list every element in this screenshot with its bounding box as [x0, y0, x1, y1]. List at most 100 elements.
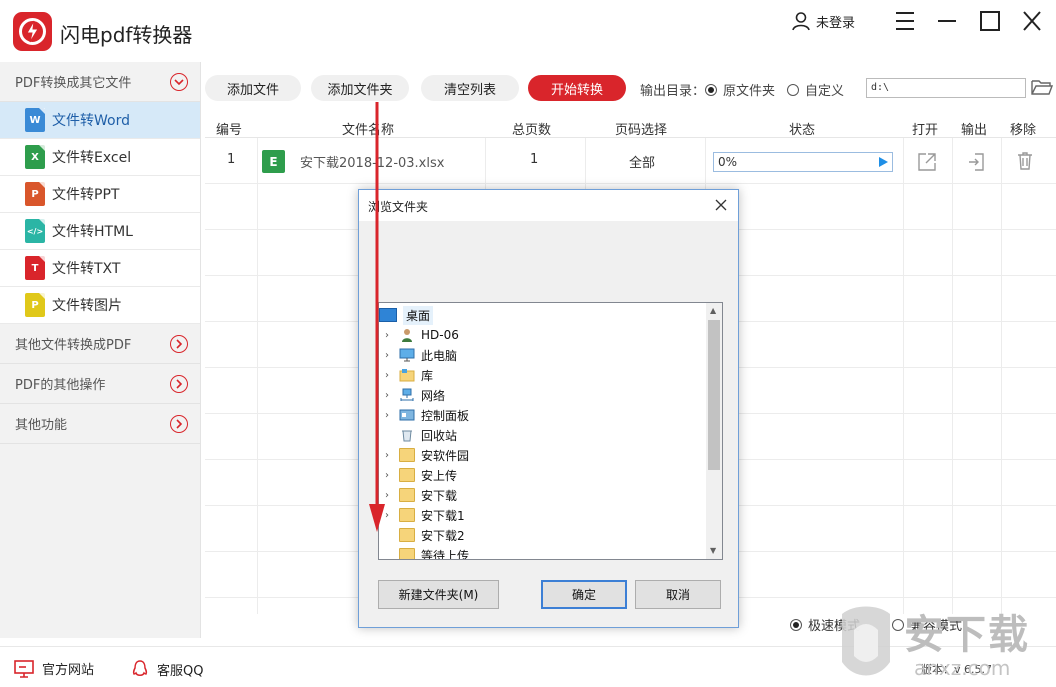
output-icon[interactable]: [967, 152, 985, 176]
add-folder-button[interactable]: 添加文件夹: [311, 75, 409, 101]
row-page-range[interactable]: 全部: [629, 152, 655, 171]
tree-item-folder[interactable]: 等待上传: [379, 545, 705, 559]
user-icon: [399, 328, 415, 342]
folder-open-icon[interactable]: [1031, 78, 1054, 100]
sidebar-section-label: 其他文件转换成PDF: [15, 338, 132, 353]
tree-item-folder[interactable]: › 安软件园: [379, 445, 705, 465]
tree-item-folder[interactable]: › 安下载: [379, 485, 705, 505]
library-icon: [399, 368, 415, 382]
sidebar-section-pdf-other-ops[interactable]: PDF的其他操作: [0, 364, 200, 404]
folder-tree[interactable]: 桌面 › HD-06 › 此电脑 › 库 › 网络 › 控制面板 回收站 › 安…: [378, 302, 723, 560]
clear-list-button[interactable]: 清空列表: [421, 75, 519, 101]
chevron-right-icon: [170, 375, 188, 393]
tree-item-label: HD-06: [421, 328, 459, 342]
tree-item-label: 安下载2: [421, 528, 465, 543]
radio-original-folder[interactable]: [705, 83, 718, 96]
folder-icon: [399, 448, 415, 462]
tree-item-label: 安上传: [421, 468, 458, 483]
dialog-close-icon[interactable]: [714, 198, 728, 216]
tree-item-folder[interactable]: › 安上传: [379, 465, 705, 485]
computer-icon: [399, 348, 415, 362]
folder-icon: [399, 468, 415, 482]
tree-item-label: 库: [421, 368, 434, 383]
sidebar-item-label: 文件转TXT: [52, 261, 121, 277]
tree-scrollbar[interactable]: ▲ ▼: [706, 303, 722, 559]
header-output: 输出: [961, 123, 988, 138]
scroll-down-icon[interactable]: ▼: [710, 546, 716, 555]
ok-button[interactable]: 确定: [541, 580, 627, 609]
tree-item-library[interactable]: › 库: [379, 365, 705, 385]
header-number: 编号: [216, 123, 243, 138]
sidebar-section-other-functions[interactable]: 其他功能: [0, 404, 200, 444]
play-icon[interactable]: [879, 157, 888, 167]
recycle-bin-icon: [399, 428, 415, 442]
image-file-icon: P: [25, 293, 45, 317]
row-number: 1: [227, 152, 236, 167]
tree-item-hd06[interactable]: › HD-06: [379, 325, 705, 345]
tree-item-label: 控制面板: [421, 408, 470, 423]
sidebar-item-to-image[interactable]: P 文件转图片: [0, 287, 200, 324]
output-label: 输出目录：: [640, 84, 706, 99]
scroll-up-icon[interactable]: ▲: [710, 306, 716, 315]
tree-item-control-panel[interactable]: › 控制面板: [379, 405, 705, 425]
word-file-icon: W: [25, 108, 45, 132]
trash-icon[interactable]: [1016, 151, 1034, 175]
website-link[interactable]: 官方网站: [14, 659, 94, 678]
qq-label: 客服QQ: [157, 663, 204, 679]
row-status-progress: 0%: [713, 152, 893, 172]
radio-fast-mode[interactable]: [790, 618, 802, 631]
login-button[interactable]: 未登录: [791, 10, 855, 32]
control-panel-icon: [399, 408, 415, 422]
tree-item-label: 桌面: [403, 305, 434, 325]
browse-folder-dialog: 浏览文件夹 桌面 › HD-06 › 此电脑 › 库 › 网络 › 控制面板 回…: [358, 189, 739, 628]
maximize-icon[interactable]: [978, 10, 1002, 32]
user-icon: [792, 12, 810, 31]
folder-icon: [399, 508, 415, 522]
chevron-right-icon: [170, 335, 188, 353]
login-label: 未登录: [816, 15, 856, 31]
toolbar: 添加文件 添加文件夹 清空列表 开始转换 输出目录： 原文件夹 自定义 d:\: [205, 72, 1056, 104]
sidebar-section-pdf-to-other[interactable]: PDF转换成其它文件: [0, 62, 200, 102]
add-file-button[interactable]: 添加文件: [205, 75, 301, 101]
close-icon[interactable]: [1020, 10, 1044, 32]
sidebar-item-label: 文件转PPT: [52, 187, 120, 203]
sidebar-section-label: 其他功能: [15, 418, 68, 433]
title-bar: 闪电pdf转换器 未登录: [0, 0, 1056, 62]
html-file-icon: </>: [25, 219, 45, 243]
excel-file-icon: E: [262, 150, 285, 173]
start-convert-button[interactable]: 开始转换: [528, 75, 626, 101]
folder-icon: [399, 488, 415, 502]
sidebar-item-label: 文件转图片: [52, 298, 122, 314]
tree-item-this-pc[interactable]: › 此电脑: [379, 345, 705, 365]
tree-item-network[interactable]: › 网络: [379, 385, 705, 405]
annotation-arrow-icon: [369, 102, 385, 532]
sidebar-item-to-html[interactable]: </> 文件转HTML: [0, 213, 200, 250]
website-label: 官方网站: [42, 663, 95, 678]
sidebar: PDF转换成其它文件 W 文件转Word X 文件转Excel P 文件转PPT…: [0, 62, 201, 638]
qq-support-link[interactable]: 客服QQ: [131, 659, 203, 679]
output-path-input[interactable]: d:\: [866, 78, 1026, 98]
tree-item-label: 安下载1: [421, 508, 465, 523]
tree-item-label: 网络: [421, 388, 446, 403]
cancel-button[interactable]: 取消: [635, 580, 721, 609]
tree-item-folder[interactable]: 安下载2: [379, 525, 705, 545]
sidebar-item-to-excel[interactable]: X 文件转Excel: [0, 139, 200, 176]
sidebar-item-to-ppt[interactable]: P 文件转PPT: [0, 176, 200, 213]
tree-item-folder[interactable]: › 安下载1: [379, 505, 705, 525]
open-icon[interactable]: [917, 152, 937, 176]
header-total-pages: 总页数: [512, 123, 552, 138]
sidebar-section-other-to-pdf[interactable]: 其他文件转换成PDF: [0, 324, 200, 364]
tree-item-recycle-bin[interactable]: 回收站: [379, 425, 705, 445]
sidebar-item-to-word[interactable]: W 文件转Word: [0, 102, 200, 139]
table-row[interactable]: 1 E 安下载2018-12-03.xlsx 1 全部 0%: [205, 138, 1056, 184]
tree-item-label: 回收站: [421, 428, 458, 443]
tree-item-desktop[interactable]: 桌面: [379, 305, 705, 325]
header-page-range: 页码选择: [615, 123, 668, 138]
minimize-icon[interactable]: [935, 10, 959, 32]
menu-icon[interactable]: [893, 10, 917, 32]
radio-custom-folder[interactable]: [787, 83, 800, 96]
ppt-file-icon: P: [25, 182, 45, 206]
new-folder-button[interactable]: 新建文件夹(M): [378, 580, 499, 609]
scroll-thumb[interactable]: [708, 320, 720, 470]
sidebar-item-to-txt[interactable]: T 文件转TXT: [0, 250, 200, 287]
